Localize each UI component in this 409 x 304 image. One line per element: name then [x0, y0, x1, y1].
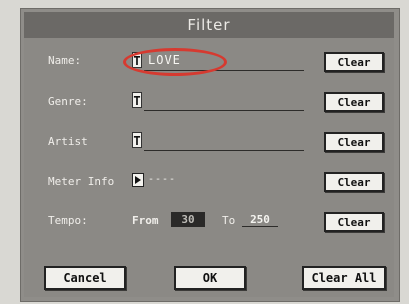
artist-underline: [144, 150, 304, 151]
clear-tempo-button[interactable]: Clear: [324, 212, 384, 232]
clear-artist-button[interactable]: Clear: [324, 132, 384, 152]
tempo-to-label: To: [222, 214, 236, 227]
artist-label: Artist: [48, 135, 88, 148]
ok-button[interactable]: OK: [174, 266, 246, 290]
clear-meter-button[interactable]: Clear: [324, 172, 384, 192]
play-arrow-icon: [135, 176, 141, 184]
dialog-title: Filter: [24, 12, 394, 38]
clear-genre-button[interactable]: Clear: [324, 92, 384, 112]
genre-underline: [144, 110, 304, 111]
clear-name-button[interactable]: Clear: [324, 52, 384, 72]
tempo-to-field[interactable]: 250: [242, 212, 278, 227]
text-cursor-icon: T: [132, 92, 142, 108]
tempo-label: Tempo:: [48, 214, 88, 227]
meter-value: ----: [148, 174, 177, 185]
tempo-from-field[interactable]: 30: [171, 212, 205, 227]
meter-info-label: Meter Info: [48, 175, 115, 188]
meter-dropdown-button[interactable]: [132, 173, 144, 187]
name-label: Name:: [48, 54, 82, 67]
button-bar: Cancel OK Clear All: [24, 253, 394, 297]
highlight-circle: [123, 48, 227, 76]
clear-all-button[interactable]: Clear All: [302, 266, 386, 290]
tempo-from-label: From: [132, 214, 159, 227]
cancel-button[interactable]: Cancel: [44, 266, 126, 290]
genre-label: Genre:: [48, 95, 88, 108]
text-cursor-icon: T: [132, 132, 142, 148]
